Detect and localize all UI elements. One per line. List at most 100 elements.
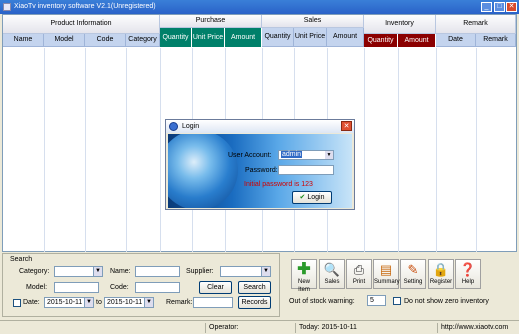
column-purchase-unit-price[interactable]: Unit Price (192, 28, 225, 47)
help-icon: ❓ (459, 262, 477, 277)
help-button[interactable]: ❓ Help (455, 259, 481, 289)
group-purchase: Purchase (160, 15, 262, 28)
password-input[interactable] (278, 165, 334, 175)
print-button[interactable]: ⎙ Print (346, 259, 372, 289)
window-title: XiaoTv inventory software V2.1(Unregiste… (14, 3, 156, 10)
code-label: Code: (110, 284, 129, 291)
column-code[interactable]: Code (85, 34, 126, 47)
magnifier-icon: 🔍 (323, 262, 341, 277)
column-name[interactable]: Name (3, 34, 44, 47)
plus-icon: ✚ (297, 261, 311, 278)
column-sales-amount[interactable]: Amount (327, 28, 364, 47)
login-close-button[interactable]: ✕ (341, 121, 352, 131)
password-label: Password: (245, 167, 278, 174)
url-status: http://www.xiaotv.com (437, 323, 519, 333)
column-model[interactable]: Model (44, 34, 85, 47)
column-category[interactable]: Category (126, 34, 160, 47)
search-legend: Search (10, 256, 33, 263)
date-to-picker[interactable]: 2015-10-11 ▼ (104, 297, 154, 308)
title-bar: XiaoTv inventory software V2.1(Unregiste… (0, 0, 519, 14)
login-button-label: Login (307, 194, 325, 201)
supplier-label: Supplier: (186, 268, 214, 275)
grid-divider (85, 48, 86, 252)
date-checkbox[interactable] (13, 299, 21, 307)
login-title-bar: Login ✕ (166, 120, 354, 133)
clear-button[interactable]: Clear (199, 281, 232, 294)
supplier-select[interactable]: ▼ (220, 266, 271, 277)
sales-label: Sales (324, 279, 340, 285)
check-icon: ✔ (299, 194, 306, 201)
status-cell (0, 323, 205, 333)
column-sales-quantity[interactable]: Quantity (262, 28, 294, 47)
date-from-picker[interactable]: 2015-10-11 ▼ (44, 297, 94, 308)
date-to-value: 2015-10-11 (107, 299, 143, 306)
group-remark: Remark (436, 15, 516, 34)
login-dialog: Login ✕ User Account: admin ▼ Password: … (165, 119, 355, 210)
chevron-down-icon: ▼ (84, 298, 93, 307)
chevron-down-icon: ▼ (93, 267, 102, 276)
setting-icon: ✎ (407, 262, 419, 277)
login-button[interactable]: ✔ Login (292, 191, 332, 204)
out-of-stock-label: Out of stock warning: (289, 298, 355, 305)
grid-divider (160, 48, 161, 252)
login-globe-icon (169, 122, 178, 131)
globe-image (168, 134, 238, 208)
new-item-label: New Item (297, 279, 310, 293)
password-hint: Initial password is 123 (244, 181, 313, 188)
column-purchase-amount[interactable]: Amount (225, 28, 262, 47)
group-sales: Sales (262, 15, 364, 28)
remark-input[interactable] (193, 297, 233, 308)
group-product-information: Product Information (3, 15, 160, 34)
new-item-button[interactable]: ✚ New Item (291, 259, 317, 293)
search-button[interactable]: Search (238, 281, 271, 294)
date-label: Date: (23, 299, 40, 306)
column-sales-unit-price[interactable]: Unit Price (294, 28, 327, 47)
grid-divider (364, 48, 365, 252)
grid-divider (126, 48, 127, 252)
login-title: Login (182, 123, 200, 130)
help-label: Help (461, 279, 475, 285)
column-inventory-amount[interactable]: Amount (398, 34, 436, 47)
print-label: Print (352, 279, 366, 285)
remark-label: Remark: (166, 299, 193, 306)
summary-icon: ▤ (379, 262, 393, 277)
name-label: Name: (110, 268, 131, 275)
grid-divider (476, 48, 477, 252)
out-of-stock-input[interactable]: 5 (367, 295, 386, 306)
column-purchase-quantity[interactable]: Quantity (160, 28, 192, 47)
summary-button[interactable]: ▤ Summary (373, 259, 400, 289)
grid-divider (398, 48, 399, 252)
summary-label: Summary (374, 279, 400, 285)
column-remark[interactable]: Remark (476, 34, 516, 47)
lock-icon: 🔒 (432, 262, 450, 277)
status-bar: Operator: Today: 2015-10-11 http://www.x… (0, 320, 519, 334)
setting-button[interactable]: ✎ Setting (400, 259, 426, 289)
minimize-button[interactable]: _ (481, 2, 492, 12)
group-inventory: Inventory (364, 15, 436, 34)
records-button[interactable]: Records (238, 296, 271, 309)
zero-inventory-checkbox[interactable] (393, 297, 401, 305)
zero-inventory-label: Do not show zero inventory (404, 298, 489, 305)
model-label: Model: (26, 284, 48, 291)
today-status: Today: 2015-10-11 (295, 323, 435, 333)
register-button[interactable]: 🔒 Register (428, 259, 454, 289)
code-input[interactable] (135, 282, 180, 293)
user-account-select[interactable]: admin ▼ (278, 150, 334, 160)
name-input[interactable] (135, 266, 180, 277)
column-inventory-quantity[interactable]: Quantity (364, 34, 398, 47)
app-icon (3, 3, 11, 11)
to-label: to (96, 299, 102, 306)
chevron-down-icon: ▼ (325, 151, 333, 159)
register-label: Register (429, 279, 453, 285)
printer-icon: ⎙ (353, 262, 365, 277)
category-select[interactable]: ▼ (54, 266, 103, 277)
close-window-button[interactable]: ✕ (506, 2, 517, 12)
sales-button[interactable]: 🔍 Sales (319, 259, 345, 289)
category-label: Category: (19, 268, 50, 275)
model-input[interactable] (54, 282, 99, 293)
maximize-button[interactable]: □ (494, 2, 505, 12)
grid-divider (44, 48, 45, 252)
chevron-down-icon: ▼ (261, 267, 270, 276)
column-date[interactable]: Date (436, 34, 476, 47)
setting-label: Setting (403, 279, 423, 285)
